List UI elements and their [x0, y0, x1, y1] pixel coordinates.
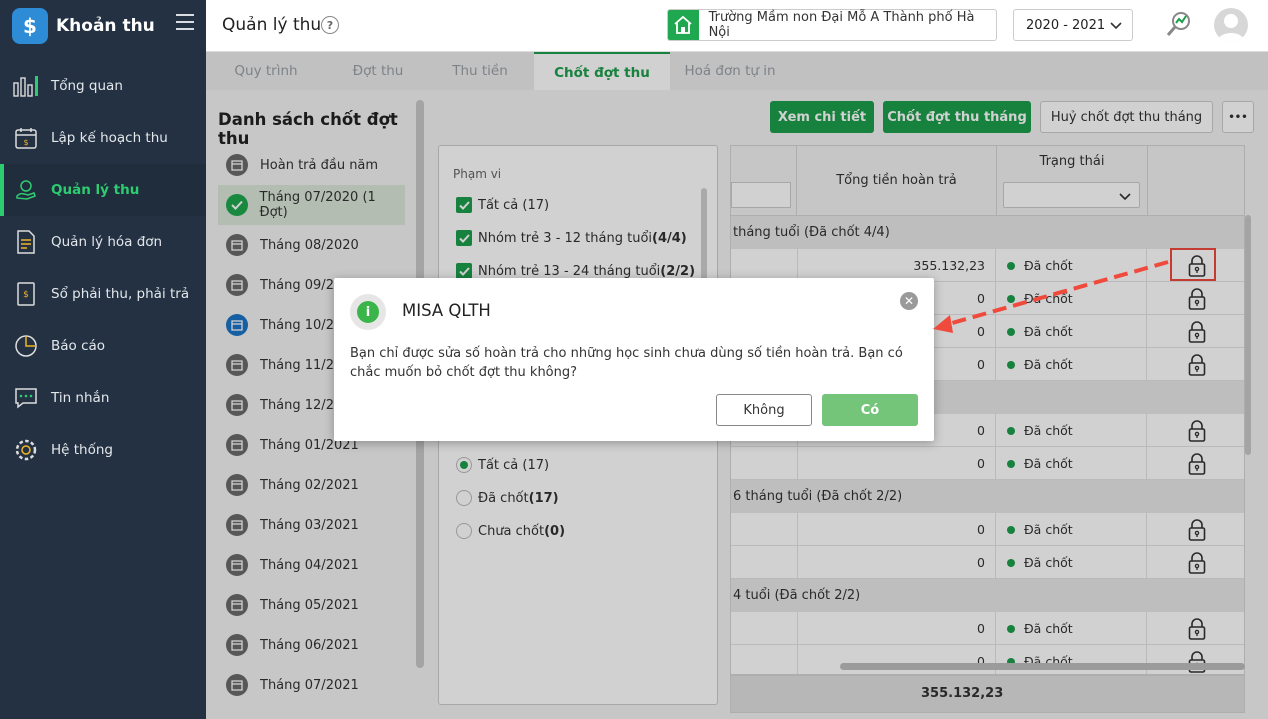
chevron-down-icon [1110, 22, 1122, 30]
sidebar-item-6[interactable]: Báo cáo [0, 320, 206, 372]
svg-text:$: $ [23, 138, 28, 147]
pie-chart-icon [12, 332, 40, 360]
info-icon: i [350, 294, 386, 330]
sidebar-item-label: Quản lý hóa đơn [51, 234, 163, 250]
sidebar-item-label: Tin nhắn [51, 390, 110, 406]
no-button[interactable]: Không [716, 394, 812, 426]
svg-text:$: $ [23, 290, 29, 300]
top-bar: Quản lý thu ? Trường Mầm non Đại Mỗ A Th… [206, 0, 1268, 52]
sidebar-item-label: Tổng quan [51, 78, 123, 94]
sidebar-item-label: Báo cáo [51, 338, 106, 354]
ledger-book-icon: $ [12, 280, 40, 308]
chart-bars-icon [12, 72, 40, 100]
school-name: Trường Mầm non Đại Mỗ A Thành phố Hà Nội [708, 10, 975, 40]
sidebar-item-label: Hệ thống [51, 442, 113, 458]
sidebar-item-1[interactable]: Tổng quan [0, 60, 206, 112]
gear-icon [12, 436, 40, 464]
sidebar: $ Khoản thu Tổng quan $ Lập kế hoạch thu Qu… [0, 0, 206, 719]
confirm-dialog: i MISA QLTH ✕ Bạn chỉ được sửa số hoàn t… [334, 278, 934, 441]
sidebar-item-3[interactable]: Quản lý thu [0, 164, 206, 216]
help-icon[interactable]: ? [321, 16, 339, 34]
dollar-logo-icon: $ [12, 8, 48, 44]
chat-icon [12, 384, 40, 412]
sidebar-item-8[interactable]: Hệ thống [0, 424, 206, 476]
invoice-icon [12, 228, 40, 256]
hand-coin-icon [12, 176, 40, 204]
sidebar-item-4[interactable]: Quản lý hóa đơn [0, 216, 206, 268]
sidebar-item-label: Lập kế hoạch thu [51, 130, 168, 146]
close-icon[interactable]: ✕ [900, 292, 918, 310]
sidebar-item-7[interactable]: Tin nhắn [0, 372, 206, 424]
dialog-message: Bạn chỉ được sửa số hoàn trả cho những h… [350, 346, 903, 380]
yes-button[interactable]: Có [822, 394, 918, 426]
app-name: Khoản thu [56, 16, 155, 36]
user-avatar[interactable] [1214, 8, 1248, 42]
calendar-money-icon: $ [12, 124, 40, 152]
hamburger-menu-icon[interactable] [176, 14, 194, 30]
info-glyph: i [357, 301, 379, 323]
school-year-value: 2020 - 2021 [1026, 17, 1106, 33]
page-title: Quản lý thu [222, 15, 322, 35]
school-year-select[interactable]: 2020 - 2021 [1013, 9, 1133, 41]
dialog-title: MISA QLTH [402, 301, 491, 320]
school-house-icon [668, 10, 699, 40]
sidebar-item-label: Quản lý thu [51, 182, 140, 198]
brand: $ Khoản thu [0, 0, 206, 52]
sidebar-item-5[interactable]: $ Sổ phải thu, phải trả [0, 268, 206, 320]
search-chart-icon[interactable] [1164, 9, 1194, 39]
sidebar-item-label: Sổ phải thu, phải trả [51, 286, 190, 302]
school-selector[interactable]: Trường Mầm non Đại Mỗ A Thành phố Hà Nội [667, 9, 997, 41]
sidebar-nav: Tổng quan $ Lập kế hoạch thu Quản lý thu Quả… [0, 60, 206, 476]
sidebar-item-2[interactable]: $ Lập kế hoạch thu [0, 112, 206, 164]
